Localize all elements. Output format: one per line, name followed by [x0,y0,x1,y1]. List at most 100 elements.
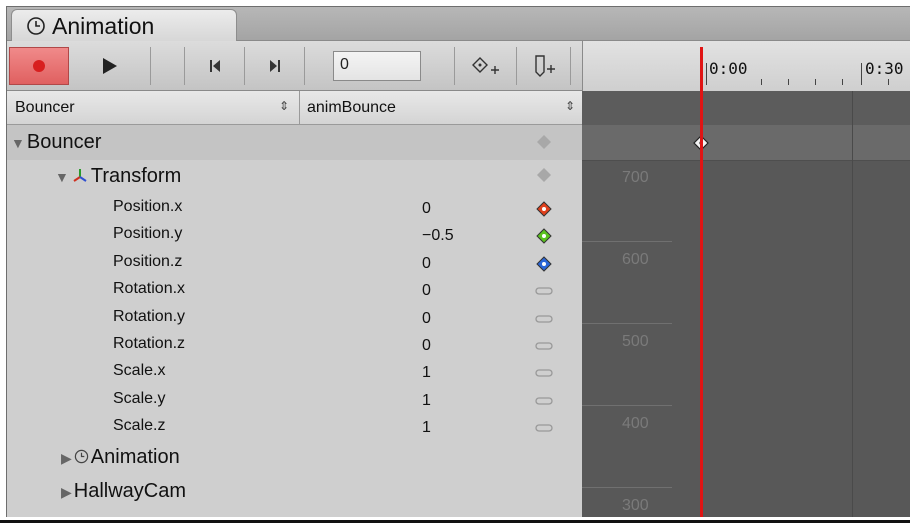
transform-icon [73,169,87,182]
collapsed-triangle-icon[interactable]: ▶ [61,484,72,501]
property-name: Rotation.y [113,307,186,325]
ruler-tick [815,79,816,85]
property-name: Scale.x [113,362,166,380]
header-divider [299,91,300,125]
curve-header-row [582,91,910,125]
property-row[interactable]: Scale.z 1 [7,414,582,441]
add-event-button[interactable] [517,47,571,85]
ruler-tick [788,79,789,85]
property-value[interactable]: 0 [422,255,431,273]
property-name: Scale.z [113,417,166,435]
next-key-button[interactable] [245,47,305,85]
curve-editor[interactable]: 700 600 500 400 300 [582,91,910,517]
ruler-tick [861,63,862,85]
property-value[interactable]: 0 [422,200,431,218]
property-row[interactable]: Scale.x 1 [7,359,582,386]
property-name: Position.z [113,252,183,270]
expanded-triangle-icon[interactable]: ▼ [55,169,69,185]
property-row[interactable]: Position.y −0.5 [7,222,582,249]
grid-line [582,487,672,488]
property-row[interactable]: Rotation.y 0 [7,305,582,332]
animation-toolbar: 0 0:00 0:30 [7,41,910,91]
curve-label-500: 500 [622,333,649,350]
property-list: ▼ Bouncer ▼ Transform Position.x 0 Position.… [7,125,582,517]
property-value[interactable]: −0.5 [422,227,454,245]
ruler-tick [761,79,762,85]
property-row[interactable]: Position.x 0 [7,195,582,222]
curve-label-300: 300 [622,497,649,514]
property-value[interactable]: 1 [422,419,431,437]
property-name: Rotation.z [113,335,186,352]
object-selector[interactable]: Bouncer [15,99,75,117]
ruler-label-0: 0:00 [709,59,748,78]
add-keyframe-icon [471,57,499,74]
tab-strip: Animation [7,7,910,42]
property-value[interactable]: 0 [422,337,431,355]
grid-line [582,241,672,242]
record-icon [33,60,45,72]
grid-line [582,405,672,406]
property-value[interactable]: 0 [422,310,431,328]
record-button[interactable] [9,47,69,85]
playhead[interactable] [700,47,703,517]
keyframe-diamond-icon [537,168,551,182]
expanded-triangle-icon[interactable]: ▼ [11,135,25,151]
tree-row-animation[interactable]: ▶ Animation [7,441,582,475]
curve-label-400: 400 [622,415,649,432]
keyframe-diamond-icon[interactable] [535,255,553,273]
ruler-tick [888,79,889,85]
prev-key-button[interactable] [185,47,245,85]
add-key-pill-icon[interactable] [535,419,553,437]
frame-divider-line [852,91,853,517]
play-button[interactable] [69,47,151,85]
add-key-pill-icon[interactable] [535,310,553,328]
tree-row-transform[interactable]: ▼ Transform [7,160,582,195]
property-name: Rotation.x [113,280,186,298]
property-value[interactable]: 1 [422,364,431,382]
timeline-ruler[interactable]: 0:00 0:30 [582,41,910,91]
add-key-pill-icon[interactable] [535,337,553,355]
property-name: Position.x [113,198,183,215]
pause-spacer [151,47,185,85]
prev-key-icon [209,60,220,72]
animation-window: Animation 0 0:00 0:30 Bouncer ⇕ animBoun… [6,6,910,517]
property-row[interactable]: Rotation.x 0 [7,277,582,304]
ruler-tick [706,63,707,85]
object-dropdown-icon[interactable]: ⇕ [279,99,289,113]
tab-title: Animation [52,12,155,39]
curve-summary-row [582,125,910,161]
clip-selector[interactable]: animBounce [307,99,396,117]
grid-line [582,323,672,324]
next-key-icon [269,60,280,72]
add-key-pill-icon[interactable] [535,364,553,382]
keyframe-diamond-icon [537,135,551,149]
property-value[interactable]: 1 [422,392,431,410]
tree-row-hallwaycam[interactable]: ▶ HallwayCam [7,475,582,509]
tab-animation[interactable]: Animation [11,9,237,42]
keyframe-diamond-icon[interactable] [535,200,553,218]
property-value[interactable]: 0 [422,282,431,300]
frame-input[interactable]: 0 [333,51,421,81]
add-keyframe-button[interactable] [455,47,517,85]
add-event-icon [534,55,555,77]
ruler-label-1: 0:30 [865,59,904,78]
bouncer-label: Bouncer [26,131,102,153]
property-row[interactable]: Rotation.z 0 [7,332,582,359]
add-key-pill-icon[interactable] [535,282,553,300]
keyframe-diamond-icon[interactable] [535,227,553,245]
add-key-pill-icon[interactable] [535,392,553,410]
transform-label: Transform [90,165,182,187]
curve-label-700: 700 [622,169,649,186]
property-row[interactable]: Scale.y 1 [7,387,582,414]
clip-dropdown-icon[interactable]: ⇕ [565,99,575,113]
play-icon [102,58,117,74]
ruler-tick [842,79,843,85]
curve-label-600: 600 [622,251,649,268]
clock-icon [27,17,45,35]
property-row[interactable]: Position.z 0 [7,250,582,277]
property-name: Position.y [113,225,183,243]
hierarchy-header: Bouncer ⇕ animBounce ⇕ [7,91,582,125]
tree-row-bouncer[interactable]: ▼ Bouncer [7,125,582,160]
collapsed-triangle-icon[interactable]: ▶ [61,450,72,467]
clock-icon [74,449,88,464]
